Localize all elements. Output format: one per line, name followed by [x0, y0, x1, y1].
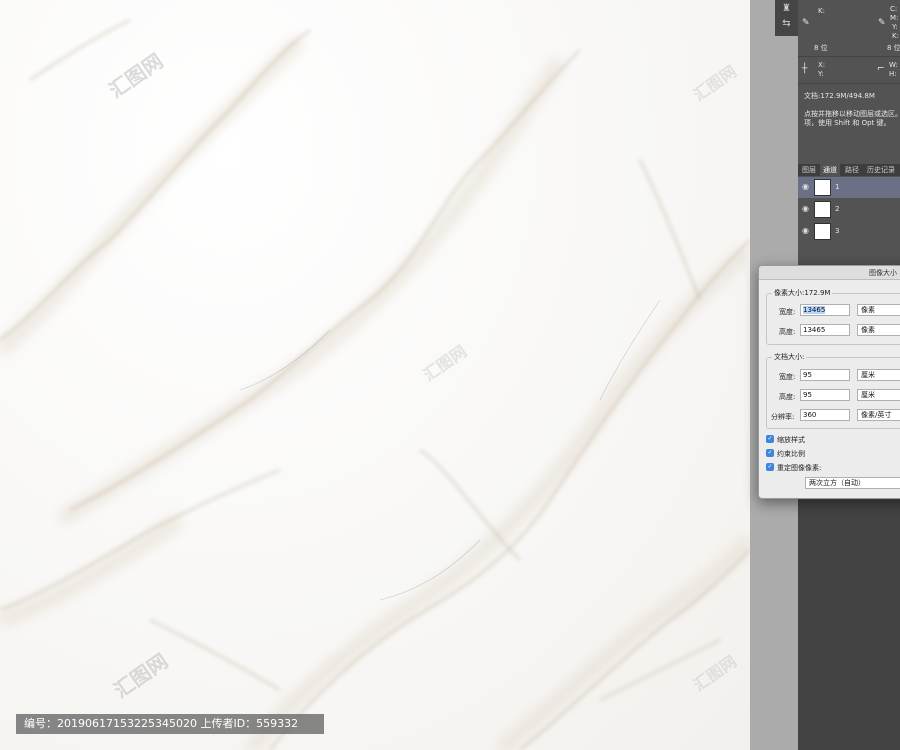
dialog-title: 图像大小 — [869, 269, 897, 277]
scale-styles-label: 缩放样式 — [777, 436, 805, 444]
dialog-titlebar[interactable]: 图像大小 — [759, 266, 900, 280]
info-c: C: — [890, 5, 898, 13]
marble-veins — [0, 19, 750, 750]
channel-thumbnail — [814, 179, 831, 196]
tab-history[interactable]: 历史记录 — [864, 164, 898, 176]
image-id-caption: 编号：20190617153225345020 上传者ID：559332 — [16, 714, 324, 734]
info-y2: Y: — [818, 70, 824, 78]
eye-icon[interactable]: ◉ — [802, 226, 809, 235]
doc-width-unit-select[interactable]: 厘米 — [857, 369, 900, 381]
doc-height-unit-select[interactable]: 厘米 — [857, 389, 900, 401]
doc-height-input[interactable]: 95 — [800, 389, 850, 401]
info-panel: K: ✎ ✎ C: M: Y: K: 8 位 8 位 ┼ X: Y: ⌐ W: … — [798, 0, 900, 160]
info-y: Y: — [892, 23, 898, 31]
info-m: M: — [890, 14, 899, 22]
lower-panel — [798, 500, 900, 750]
info-k2: K: — [892, 32, 899, 40]
doc-width-input[interactable]: 95 — [800, 369, 850, 381]
doc-width-label: 宽度: — [779, 373, 796, 381]
pixel-width-input[interactable]: 13465 — [800, 304, 850, 316]
channel-thumbnail — [814, 223, 831, 240]
channel-row[interactable]: ◉ 2 — [798, 199, 900, 220]
doc-height-label: 高度: — [779, 393, 796, 401]
pixel-dimensions-group: 像素大小:172.9M — [766, 288, 900, 345]
pixel-height-label: 高度: — [779, 328, 796, 336]
eyedropper-icon: ✎ — [802, 18, 810, 28]
resolution-input[interactable]: 360 — [800, 409, 850, 421]
info-x: X: — [818, 61, 826, 69]
brush-preset-icon[interactable]: ♜ — [779, 3, 794, 15]
channel-thumbnail — [814, 201, 831, 218]
resolution-label: 分辨率: — [771, 413, 795, 421]
info-bits-right: 8 位 — [887, 44, 900, 52]
pixel-width-label: 宽度: — [779, 308, 796, 316]
selection-size-icon: ⌐ — [877, 64, 885, 74]
channel-label: 3 — [835, 227, 840, 235]
resample-label: 重定图像像素: — [777, 464, 822, 472]
info-k: K: — [818, 7, 825, 15]
adjust-icon[interactable]: ⇆ — [779, 18, 794, 30]
eye-icon[interactable]: ◉ — [802, 182, 809, 191]
channel-row[interactable]: ◉ 3 — [798, 221, 900, 242]
scale-styles-checkbox[interactable]: ✓ — [766, 435, 774, 443]
pixel-width-unit-select[interactable]: 像素◆ — [857, 304, 900, 316]
pixel-dimensions-legend: 像素大小:172.9M — [772, 288, 833, 298]
marble-canvas[interactable]: 汇图网 汇图网 汇图网 汇图网 汇图网 — [0, 0, 750, 750]
info-bits-left: 8 位 — [814, 44, 828, 52]
crosshair-icon: ┼ — [802, 64, 808, 74]
channel-label: 2 — [835, 205, 840, 213]
pixel-height-input[interactable]: 13465 — [800, 324, 850, 336]
resample-method-select[interactable]: 两次立方（自动） — [805, 477, 900, 489]
info-h: H: — [889, 70, 897, 78]
info-hint-2: 项，使用 Shift 和 Opt 键。 — [804, 119, 891, 127]
tab-paths[interactable]: 路径 — [842, 164, 862, 176]
document-size-legend: 文档大小: — [772, 352, 807, 362]
divider — [798, 56, 900, 57]
tab-layers[interactable]: 图层 — [799, 164, 819, 176]
channel-label: 1 — [835, 183, 840, 191]
info-w: W: — [889, 61, 898, 69]
channel-row[interactable]: ◉ 1 — [798, 177, 900, 198]
constrain-proportions-label: 约束比例 — [777, 450, 805, 458]
constrain-proportions-checkbox[interactable]: ✓ — [766, 449, 774, 457]
channels-tabbar: 图层 通道 路径 历史记录 — [798, 164, 900, 176]
info-doc-size: 文档:172.9M/494.8M — [804, 92, 875, 100]
divider — [798, 83, 900, 84]
image-size-dialog: 图像大小 像素大小:172.9M 宽度: 13465 像素◆ 高度: 13465… — [758, 265, 900, 499]
resample-checkbox[interactable]: ✓ — [766, 463, 774, 471]
tab-channels[interactable]: 通道 — [820, 164, 840, 176]
eye-icon[interactable]: ◉ — [802, 204, 809, 213]
resolution-unit-select[interactable]: 像素/英寸 — [857, 409, 900, 421]
eyedropper-icon: ✎ — [878, 18, 886, 28]
pixel-height-unit-select[interactable]: 像素◆ — [857, 324, 900, 336]
panel-toolstrip: ♜ ⇆ — [775, 0, 798, 36]
